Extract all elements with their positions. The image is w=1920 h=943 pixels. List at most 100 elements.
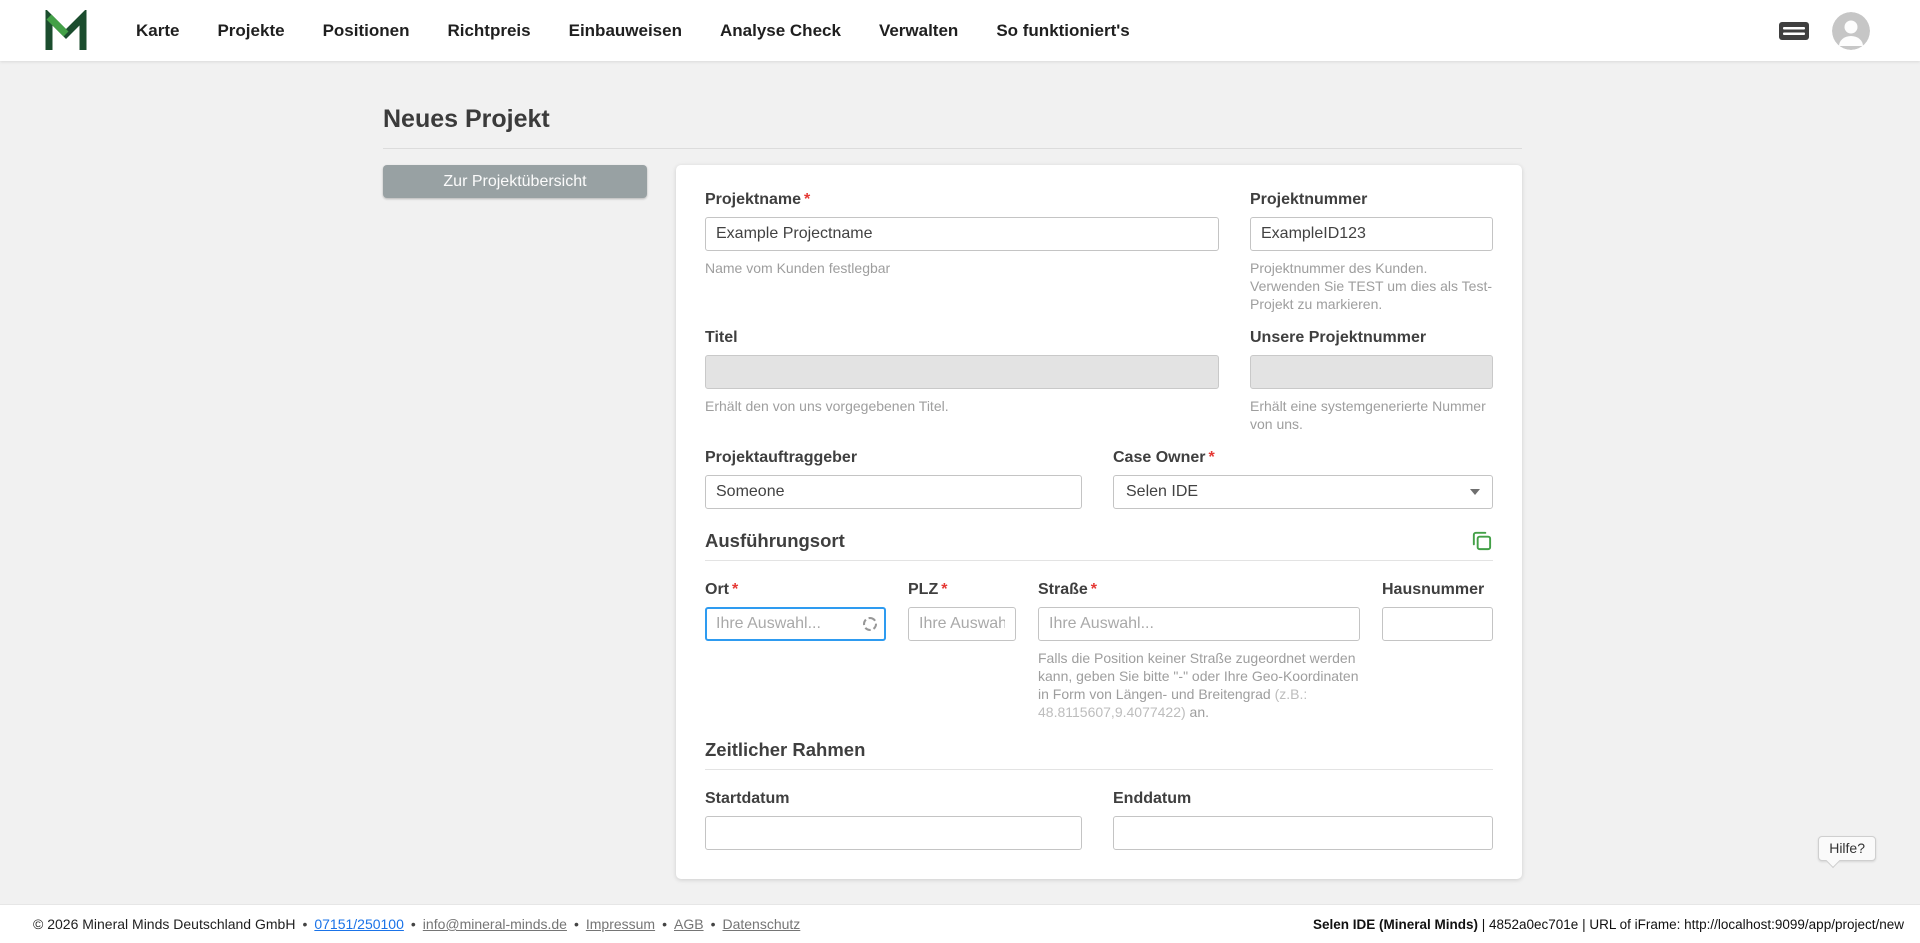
- row-projektname-projektnummer: Projektname* Name vom Kunden festlegbar …: [705, 191, 1493, 313]
- startdatum-input[interactable]: [705, 816, 1082, 850]
- email-link[interactable]: info@mineral-minds.de: [423, 916, 567, 932]
- projektnummer-label: Projektnummer: [1250, 191, 1368, 208]
- footer-left: © 2026 Mineral Minds Deutschland GmbH • …: [33, 916, 800, 932]
- strasse-label: Straße *: [1038, 581, 1360, 599]
- projektname-label: Projektname *: [705, 191, 1219, 209]
- copy-icon[interactable]: [1470, 529, 1493, 552]
- datenschutz-link[interactable]: Datenschutz: [722, 916, 800, 932]
- separator: •: [710, 916, 716, 932]
- person-icon: [1832, 11, 1870, 50]
- separator: •: [302, 916, 308, 932]
- nav-item-einbauweisen[interactable]: Einbauweisen: [569, 21, 682, 41]
- titel-helper: Erhält den von uns vorgegebenen Titel.: [705, 398, 949, 414]
- enddatum-input[interactable]: [1113, 816, 1493, 850]
- hausnummer-input[interactable]: [1382, 607, 1493, 641]
- ort-label: Ort *: [705, 581, 886, 599]
- strasse-helper: Falls die Position keiner Straße zugeord…: [1038, 649, 1360, 721]
- field-titel: Titel Erhält den von uns vorgegebenen Ti…: [705, 329, 1219, 433]
- strasse-input[interactable]: [1038, 607, 1360, 641]
- titel-label: Titel: [705, 329, 738, 346]
- field-startdatum: Startdatum: [705, 790, 1082, 850]
- top-navbar: Karte Projekte Positionen Richtpreis Ein…: [0, 0, 1920, 61]
- plz-input[interactable]: [908, 607, 1016, 641]
- unsere-projektnummer-label: Unsere Projektnummer: [1250, 329, 1427, 346]
- separator: •: [410, 916, 416, 932]
- ort-label-text: Ort: [705, 581, 729, 598]
- main-content: Neues Projekt Zur Projektübersicht Proje…: [0, 105, 1522, 879]
- projektname-label-text: Projektname: [705, 191, 802, 208]
- separator: •: [573, 916, 579, 932]
- ort-input-wrap: [705, 607, 886, 641]
- row-titel-unsere-projektnummer: Titel Erhält den von uns vorgegebenen Ti…: [705, 329, 1493, 433]
- session-details: | 4852a0ec701e | URL of iFrame: http://l…: [1477, 916, 1904, 932]
- user-avatar[interactable]: [1832, 11, 1870, 50]
- case-owner-label: Case Owner *: [1113, 449, 1493, 467]
- back-to-projects-button[interactable]: Zur Projektübersicht: [383, 165, 647, 198]
- startdatum-label: Startdatum: [705, 790, 790, 807]
- field-enddatum: Enddatum: [1113, 790, 1493, 850]
- nav-item-so-funktionierts[interactable]: So funktioniert's: [996, 21, 1129, 41]
- chevron-down-icon: [1470, 489, 1480, 495]
- case-owner-select[interactable]: Selen IDE: [1113, 475, 1493, 509]
- server-icon-glyph: [1779, 21, 1809, 40]
- impressum-link[interactable]: Impressum: [586, 916, 655, 932]
- required-marker: *: [941, 581, 948, 598]
- case-owner-selected-value: Selen IDE: [1126, 483, 1199, 500]
- enddatum-label: Enddatum: [1113, 790, 1192, 807]
- strasse-helper-main: Falls die Position keiner Straße zugeord…: [1038, 650, 1359, 702]
- projektname-input[interactable]: [705, 217, 1219, 251]
- copyright-text: © 2026 Mineral Minds Deutschland GmbH: [33, 916, 296, 932]
- ausfuehrungsort-divider: [705, 560, 1493, 561]
- content-row: Zur Projektübersicht Projektname* Name v…: [383, 165, 1522, 879]
- plz-label: PLZ *: [908, 581, 1016, 599]
- field-ort: Ort *: [705, 581, 886, 721]
- strasse-label-text: Straße: [1038, 581, 1088, 598]
- section-ausfuehrungsort-header: Ausführungsort: [705, 529, 1493, 552]
- nav-item-analyse-check[interactable]: Analyse Check: [720, 21, 841, 41]
- projektauftraggeber-input[interactable]: [705, 475, 1082, 509]
- help-button[interactable]: Hilfe?: [1818, 836, 1876, 861]
- navbar-actions: [1778, 11, 1870, 50]
- plz-label-text: PLZ: [908, 581, 939, 598]
- case-owner-label-text: Case Owner: [1113, 449, 1206, 466]
- zeitlicher-rahmen-divider: [705, 769, 1493, 770]
- required-marker: *: [1090, 581, 1098, 598]
- ort-input[interactable]: [705, 607, 886, 641]
- field-case-owner: Case Owner * Selen IDE: [1113, 449, 1493, 509]
- nav-item-positionen[interactable]: Positionen: [323, 21, 410, 41]
- main-nav: Karte Projekte Positionen Richtpreis Ein…: [136, 21, 1130, 41]
- row-address: Ort* PLZ* Straße*: [705, 581, 1493, 721]
- agb-link[interactable]: AGB: [674, 916, 704, 932]
- mineral-minds-logo[interactable]: [44, 9, 88, 52]
- row-dates: Startdatum Enddatum: [705, 790, 1493, 850]
- separator: •: [662, 916, 667, 932]
- phone-link[interactable]: 07151/250100: [314, 916, 404, 932]
- nav-item-karte[interactable]: Karte: [136, 21, 179, 41]
- section-zeitlicher-rahmen-header: Zeitlicher Rahmen: [705, 739, 1493, 761]
- titel-input: [705, 355, 1219, 389]
- field-strasse: Straße* Falls die Position keiner Straße…: [1038, 581, 1360, 721]
- required-marker: *: [1208, 449, 1215, 466]
- title-divider: [383, 148, 1522, 149]
- field-projektnummer: Projektnummer Projektnummer des Kunden. …: [1250, 191, 1493, 313]
- field-hausnummer: Hausnummer: [1382, 581, 1493, 721]
- server-icon[interactable]: [1778, 19, 1810, 43]
- field-plz: PLZ *: [908, 581, 1016, 721]
- nav-item-verwalten[interactable]: Verwalten: [879, 21, 958, 41]
- row-auftraggeber-caseowner: Projektauftraggeber Case Owner* Selen ID…: [705, 449, 1493, 509]
- page-title: Neues Projekt: [383, 105, 550, 133]
- required-marker: *: [804, 191, 811, 208]
- project-form-card: Projektname* Name vom Kunden festlegbar …: [676, 165, 1522, 879]
- logo-m-icon: [45, 9, 87, 50]
- field-unsere-projektnummer: Unsere Projektnummer Erhält eine systemg…: [1250, 329, 1493, 433]
- left-column: Zur Projektübersicht: [383, 165, 647, 198]
- projektnummer-input[interactable]: [1250, 217, 1493, 251]
- ausfuehrungsort-heading: Ausführungsort: [705, 529, 845, 551]
- projektauftraggeber-label: Projektauftraggeber: [705, 449, 858, 466]
- field-projektname: Projektname* Name vom Kunden festlegbar: [705, 191, 1219, 313]
- nav-item-richtpreis[interactable]: Richtpreis: [447, 21, 530, 41]
- unsere-projektnummer-input: [1250, 355, 1493, 389]
- projektname-helper: Name vom Kunden festlegbar: [705, 260, 891, 276]
- nav-item-projekte[interactable]: Projekte: [217, 21, 284, 41]
- help-button-label: Hilfe?: [1829, 840, 1865, 856]
